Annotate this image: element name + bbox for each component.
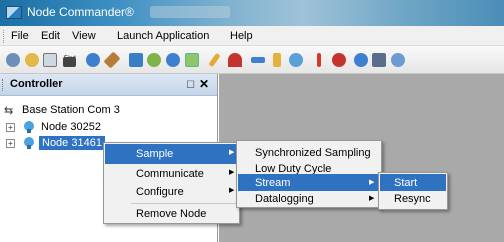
- menu-item-configure[interactable]: Configure ▶: [105, 182, 238, 202]
- stream-submenu: Start Resync: [378, 172, 448, 210]
- menu-item-communicate[interactable]: Communicate ▶: [105, 164, 238, 184]
- base-station-label: Base Station Com 3: [22, 104, 120, 116]
- controller-panel-title: Controller: [10, 78, 63, 90]
- base-station-icon: ⇆: [4, 105, 14, 117]
- submenu-arrow-icon: ▶: [229, 187, 235, 194]
- node-context-menu: Sample ▶ Communicate ▶ Configure ▶ Remov…: [103, 142, 240, 224]
- app-icon: [6, 6, 22, 19]
- menu-item-remove-node[interactable]: Remove Node: [105, 204, 238, 224]
- submenu-arrow-icon: ▶: [229, 149, 235, 156]
- connect-icon[interactable]: [23, 51, 41, 69]
- menu-file[interactable]: File: [11, 30, 29, 42]
- expand-icon[interactable]: +: [6, 139, 15, 148]
- menu-item-sample[interactable]: Sample ▶: [105, 144, 238, 164]
- tools-icon[interactable]: [103, 51, 121, 69]
- download-icon[interactable]: [164, 51, 182, 69]
- tree-node-label: Node 30252: [41, 121, 101, 133]
- stop-icon[interactable]: [330, 51, 348, 69]
- pencil-icon[interactable]: [205, 51, 223, 69]
- panel-pin-icon[interactable]: ◻: [186, 77, 195, 90]
- menu-edit[interactable]: Edit: [41, 30, 60, 42]
- menu-launch-application[interactable]: Launch Application: [117, 30, 209, 42]
- menu-item-stream[interactable]: Stream ▶: [238, 174, 380, 191]
- sample-submenu: Synchronized Sampling Low Duty Cycle Str…: [236, 140, 382, 208]
- submenu-arrow-icon: ▶: [369, 179, 375, 186]
- check-icon[interactable]: [145, 51, 163, 69]
- panel-grip: [2, 79, 4, 91]
- wave-icon[interactable]: [249, 51, 267, 69]
- toolbar: Find: [0, 46, 504, 74]
- find-icon[interactable]: Find: [61, 51, 79, 69]
- help-icon[interactable]: [389, 51, 407, 69]
- marker-icon[interactable]: [268, 51, 286, 69]
- menu-view[interactable]: View: [72, 30, 96, 42]
- wizard-icon[interactable]: [4, 51, 22, 69]
- submenu-arrow-icon: ▶: [369, 195, 375, 202]
- save-icon[interactable]: [183, 51, 201, 69]
- forward-icon[interactable]: [352, 51, 370, 69]
- panel-close-icon[interactable]: ✕: [199, 77, 209, 91]
- submenu-arrow-icon: ▶: [229, 169, 235, 176]
- controller-panel-header: Controller ◻ ✕: [0, 74, 217, 96]
- flag-icon[interactable]: [127, 51, 145, 69]
- menu-help[interactable]: Help: [230, 30, 253, 42]
- tree-node-label-selected: Node 31461: [39, 136, 105, 150]
- node-icon: [24, 137, 34, 149]
- window-title: Node Commander®: [27, 5, 134, 19]
- menu-item-resync[interactable]: Resync: [380, 191, 446, 208]
- signal-icon[interactable]: [226, 51, 244, 69]
- radio-icon[interactable]: [84, 51, 102, 69]
- chart-icon[interactable]: [310, 51, 328, 69]
- title-bar-decoration: [150, 6, 230, 18]
- menu-item-start[interactable]: Start: [380, 174, 446, 191]
- sync-icon[interactable]: [287, 51, 305, 69]
- device-icon[interactable]: [41, 51, 59, 69]
- node-icon: [24, 121, 34, 133]
- title-bar: Node Commander®: [0, 0, 504, 26]
- menubar-grip: [3, 30, 6, 43]
- disk-icon[interactable]: [370, 51, 388, 69]
- tree-node-30252[interactable]: + Node 30252: [4, 120, 124, 135]
- menu-bar: File Edit View Launch Application Help: [0, 26, 504, 46]
- expand-icon[interactable]: +: [6, 123, 15, 132]
- menu-item-datalogging[interactable]: Datalogging ▶: [238, 191, 380, 208]
